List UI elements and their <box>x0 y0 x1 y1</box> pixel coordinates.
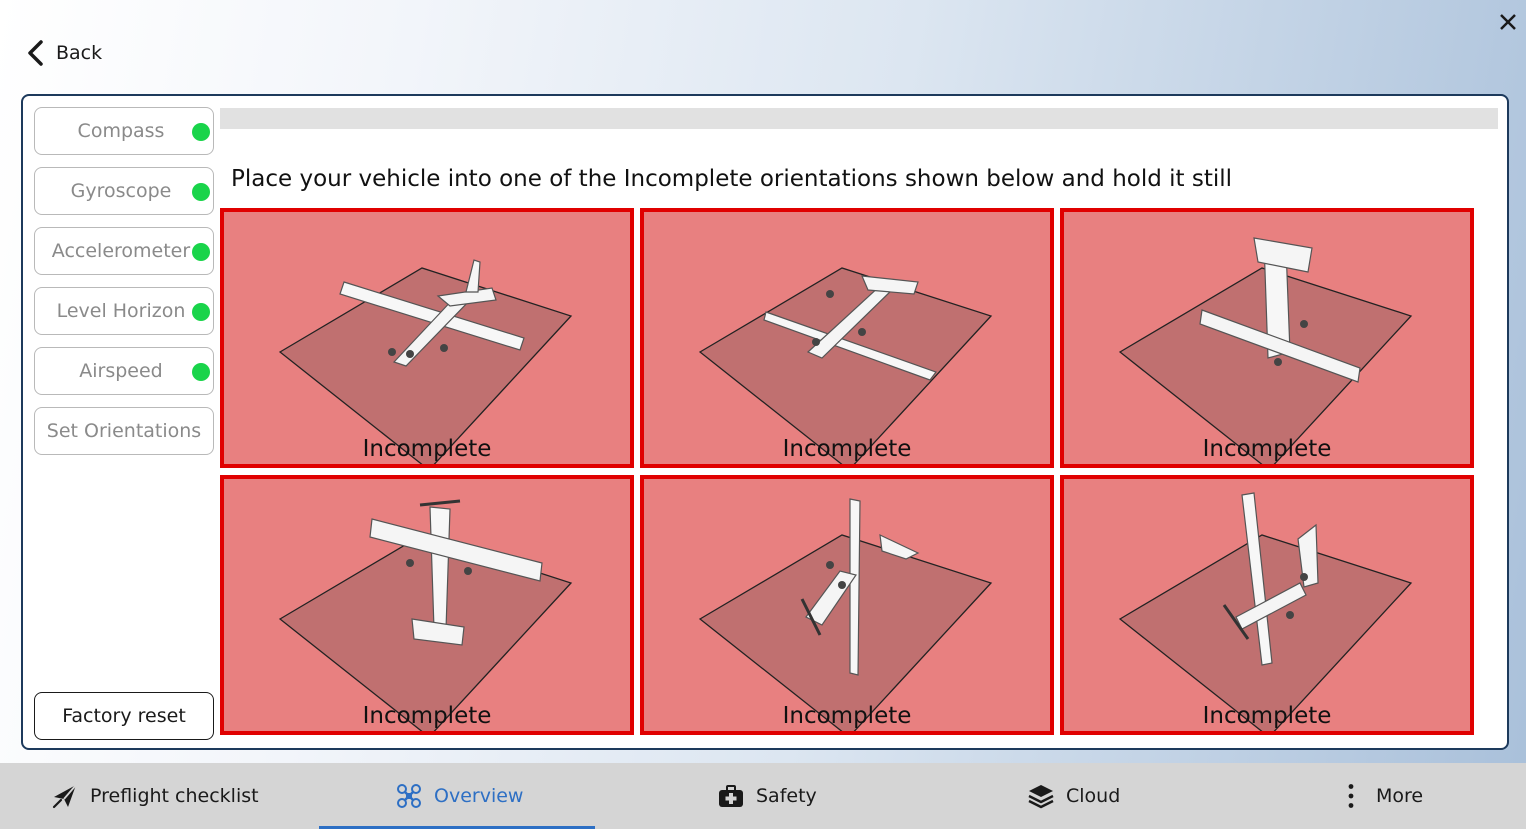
bottom-navigation: Preflight checklist Overview Safety Clou… <box>0 763 1526 829</box>
aircraft-inverted-illustration <box>698 267 993 464</box>
factory-reset-button[interactable]: Factory reset <box>34 692 214 740</box>
orientation-status-label: Incomplete <box>362 436 492 462</box>
paper-plane-icon <box>52 784 77 809</box>
factory-reset-label: Factory reset <box>62 705 186 727</box>
aircraft-upright-illustration <box>278 259 573 464</box>
instruction-text: Place your vehicle into one of the Incom… <box>231 166 1233 192</box>
chevron-left-icon <box>28 40 43 66</box>
sensor-label: Accelerometer <box>51 240 191 262</box>
sensor-label: Airspeed <box>79 360 163 382</box>
nav-item-overview[interactable]: Overview <box>396 763 523 829</box>
sensor-label: Compass <box>77 120 165 142</box>
nav-label: Overview <box>434 785 524 807</box>
top-bar: Back <box>0 0 1526 94</box>
status-indicator <box>192 363 210 381</box>
nav-item-cloud[interactable]: Cloud <box>1028 763 1120 829</box>
nav-label: More <box>1376 785 1424 807</box>
calibration-panel: Compass Gyroscope Accelerometer Level Ho… <box>21 94 1509 750</box>
nav-item-safety[interactable]: Safety <box>718 763 817 829</box>
orientation-tile-tail-down: Incomplete <box>220 475 634 735</box>
sensor-label: Set Orientations <box>46 420 202 442</box>
orientation-tile-nose-down: Incomplete <box>1060 208 1474 468</box>
nav-label: Safety <box>756 785 817 807</box>
sensor-button-level-horizon[interactable]: Level Horizon <box>34 287 214 335</box>
orientation-status-label: Incomplete <box>1202 703 1332 729</box>
aircraft-left-side-illustration <box>698 498 993 731</box>
nav-item-preflight-checklist[interactable]: Preflight checklist <box>52 763 259 829</box>
aircraft-nose-down-illustration <box>1118 237 1413 464</box>
aircraft-right-side-illustration <box>1118 492 1413 731</box>
nav-label: Preflight checklist <box>90 785 259 807</box>
close-icon <box>1500 14 1516 30</box>
orientation-status-label: Incomplete <box>782 436 912 462</box>
vertical-dots-icon <box>1348 784 1354 808</box>
orientation-tile-left-side: Incomplete <box>640 475 1054 735</box>
drone-icon <box>397 784 421 808</box>
orientation-tile-inverted: Incomplete <box>640 208 1054 468</box>
layers-icon <box>1028 785 1054 809</box>
orientation-tile-upright: Incomplete <box>220 208 634 468</box>
sensor-button-gyroscope[interactable]: Gyroscope <box>34 167 214 215</box>
status-indicator <box>192 243 210 261</box>
sensor-button-compass[interactable]: Compass <box>34 107 214 155</box>
back-button[interactable]: Back <box>26 36 102 70</box>
status-indicator <box>192 123 210 141</box>
sensor-label: Level Horizon <box>56 300 186 322</box>
back-label: Back <box>56 42 103 64</box>
orientation-status-label: Incomplete <box>782 703 912 729</box>
set-orientations-button[interactable]: Set Orientations <box>34 407 214 455</box>
status-indicator <box>192 183 210 201</box>
orientation-tile-right-side: Incomplete <box>1060 475 1474 735</box>
calibration-progress-bar <box>220 108 1498 129</box>
sensor-button-airspeed[interactable]: Airspeed <box>34 347 214 395</box>
orientation-status-label: Incomplete <box>362 703 492 729</box>
close-button[interactable] <box>1494 8 1522 36</box>
nav-item-more[interactable]: More <box>1338 763 1423 829</box>
orientation-status-label: Incomplete <box>1202 436 1332 462</box>
first-aid-kit-icon <box>719 785 743 807</box>
nav-label: Cloud <box>1066 785 1121 807</box>
status-indicator <box>192 303 210 321</box>
sensor-button-accelerometer[interactable]: Accelerometer <box>34 227 214 275</box>
sensor-label: Gyroscope <box>70 180 172 202</box>
aircraft-tail-down-illustration <box>278 499 573 731</box>
